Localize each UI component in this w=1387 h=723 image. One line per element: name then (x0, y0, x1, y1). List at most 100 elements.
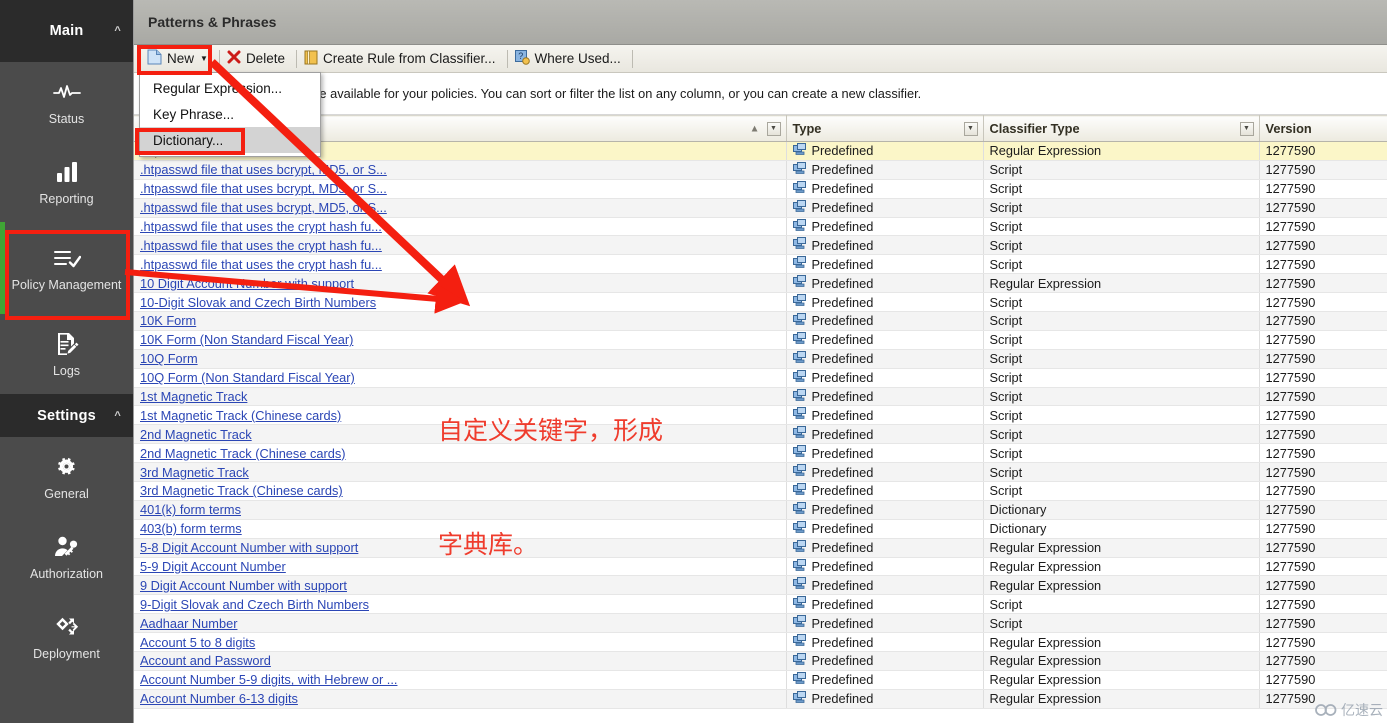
classifier-name-link[interactable]: Account Number 6-13 digits (140, 691, 298, 706)
table-row[interactable]: 9-Digit Slovak and Czech Birth NumbersPr… (134, 595, 1387, 614)
cell-classifier-name[interactable]: 3rd Magnetic Track (134, 463, 786, 482)
table-row[interactable]: 10Q FormPredefinedScript1277590 (134, 349, 1387, 368)
classifier-name-link[interactable]: 10-Digit Slovak and Czech Birth Numbers (140, 295, 376, 310)
table-row[interactable]: 3rd Magnetic TrackPredefinedScript127759… (134, 463, 1387, 482)
cell-classifier-name[interactable]: 10K Form (Non Standard Fiscal Year) (134, 330, 786, 349)
classifier-name-link[interactable]: 10 Digit Account Number with support (140, 276, 354, 291)
cell-classifier-name[interactable]: 9-Digit Slovak and Czech Birth Numbers (134, 595, 786, 614)
classifier-name-link[interactable]: 3rd Magnetic Track (140, 465, 249, 480)
cell-classifier-name[interactable]: 403(b) form terms (134, 519, 786, 538)
sidebar-item-logs[interactable]: Logs (0, 314, 133, 394)
table-row[interactable]: Aadhaar NumberPredefinedScript1277590 (134, 614, 1387, 633)
cell-classifier-name[interactable]: 10Q Form (Non Standard Fiscal Year) (134, 368, 786, 387)
cell-classifier-name[interactable]: Account and Password (134, 652, 786, 671)
column-header-type[interactable]: Type ▼ (786, 116, 983, 142)
sidebar-item-general[interactable]: General (0, 437, 133, 517)
cell-classifier-name[interactable]: .htpasswd file that uses bcrypt, MD5, or… (134, 179, 786, 198)
table-row[interactable]: 10K Form (Non Standard Fiscal Year)Prede… (134, 330, 1387, 349)
sidebar-section-main[interactable]: Main ^ (0, 0, 133, 62)
table-row[interactable]: 9 Digit Account Number with supportPrede… (134, 576, 1387, 595)
classifier-name-link[interactable]: 10Q Form (Non Standard Fiscal Year) (140, 370, 355, 385)
column-header-classifier-type[interactable]: Classifier Type ▼ (983, 116, 1259, 142)
classifier-name-link[interactable]: 5-9 Digit Account Number (140, 559, 286, 574)
table-row[interactable]: 5-9 Digit Account NumberPredefinedRegula… (134, 557, 1387, 576)
table-row[interactable]: .htpasswd file that uses bcrypt, MD5, or… (134, 179, 1387, 198)
classifier-name-link[interactable]: Aadhaar Number (140, 616, 237, 631)
classifier-name-link[interactable]: 5-8 Digit Account Number with support (140, 540, 358, 555)
table-row[interactable]: 401(k) form termsPredefinedDictionary127… (134, 500, 1387, 519)
classifier-name-link[interactable]: 2nd Magnetic Track (140, 427, 252, 442)
classifier-name-link[interactable]: .htpasswd file that uses bcrypt, MD5, or… (140, 200, 387, 215)
table-row[interactable]: .htpasswd file that uses the crypt hash … (134, 217, 1387, 236)
cell-classifier-name[interactable]: 2nd Magnetic Track (134, 425, 786, 444)
classifier-name-link[interactable]: .htpasswd file that uses bcrypt, MD5, or… (140, 162, 387, 177)
classifier-name-link[interactable]: 401(k) form terms (140, 502, 241, 517)
filter-type-button[interactable]: ▼ (964, 122, 978, 136)
table-row[interactable]: .htpasswd file that uses the crypt hash … (134, 255, 1387, 274)
classifier-name-link[interactable]: .htpasswd file that uses the crypt hash … (140, 257, 382, 272)
table-row[interactable]: 2nd Magnetic TrackPredefinedScript127759… (134, 425, 1387, 444)
cell-classifier-name[interactable]: Account 5 to 8 digits (134, 633, 786, 652)
cell-classifier-name[interactable]: 1st Magnetic Track (134, 387, 786, 406)
classifier-name-link[interactable]: Account and Password (140, 653, 271, 668)
table-row[interactable]: 10 Digit Account Number with supportPred… (134, 274, 1387, 293)
cell-classifier-name[interactable]: 5-9 Digit Account Number (134, 557, 786, 576)
new-button[interactable]: New ▼ (144, 48, 215, 69)
table-row[interactable]: 403(b) form termsPredefinedDictionary127… (134, 519, 1387, 538)
cell-classifier-name[interactable]: Account Number 5-9 digits, with Hebrew o… (134, 670, 786, 689)
create-rule-from-classifier-button[interactable]: Create Rule from Classifier... (301, 49, 503, 69)
sidebar-item-authorization[interactable]: Authorization (0, 517, 133, 597)
table-row[interactable]: Account Number 6-13 digitsPredefinedRegu… (134, 689, 1387, 708)
cell-classifier-name[interactable]: .htpasswd file that uses bcrypt, MD5, or… (134, 198, 786, 217)
cell-classifier-name[interactable]: .htpasswd file that uses the crypt hash … (134, 236, 786, 255)
sidebar-section-settings[interactable]: Settings ^ (0, 394, 133, 437)
cell-classifier-name[interactable]: 10K Form (134, 312, 786, 331)
table-row[interactable]: .htpasswd file that uses bcrypt, MD5, or… (134, 160, 1387, 179)
classifier-name-link[interactable]: 403(b) form terms (140, 521, 242, 536)
classifier-name-link[interactable]: 9 Digit Account Number with support (140, 578, 347, 593)
cell-classifier-name[interactable]: 10 Digit Account Number with support (134, 274, 786, 293)
classifier-name-link[interactable]: .htpasswd file that uses the crypt hash … (140, 219, 382, 234)
table-row[interactable]: 10K FormPredefinedScript1277590 (134, 312, 1387, 331)
cell-classifier-name[interactable]: 2nd Magnetic Track (Chinese cards) (134, 444, 786, 463)
cell-classifier-name[interactable]: 1st Magnetic Track (Chinese cards) (134, 406, 786, 425)
table-row[interactable]: 1st Magnetic Track (Chinese cards)Predef… (134, 406, 1387, 425)
cell-classifier-name[interactable]: 9 Digit Account Number with support (134, 576, 786, 595)
table-row[interactable]: .htpasswd File NamePredefinedRegular Exp… (134, 142, 1387, 161)
table-row[interactable]: .htpasswd file that uses the crypt hash … (134, 236, 1387, 255)
cell-classifier-name[interactable]: 3rd Magnetic Track (Chinese cards) (134, 482, 786, 501)
cell-classifier-name[interactable]: Aadhaar Number (134, 614, 786, 633)
classifier-name-link[interactable]: 9-Digit Slovak and Czech Birth Numbers (140, 597, 369, 612)
sidebar-item-reporting[interactable]: Reporting (0, 142, 133, 222)
classifier-name-link[interactable]: 1st Magnetic Track (Chinese cards) (140, 408, 341, 423)
cell-classifier-name[interactable]: 10Q Form (134, 349, 786, 368)
table-row[interactable]: 10-Digit Slovak and Czech Birth NumbersP… (134, 293, 1387, 312)
menu-item-key-phrase[interactable]: Key Phrase... (140, 101, 320, 127)
table-row[interactable]: Account 5 to 8 digitsPredefinedRegular E… (134, 633, 1387, 652)
cell-classifier-name[interactable]: .htpasswd file that uses the crypt hash … (134, 255, 786, 274)
table-row[interactable]: .htpasswd file that uses bcrypt, MD5, or… (134, 198, 1387, 217)
classifier-name-link[interactable]: Account 5 to 8 digits (140, 635, 255, 650)
sidebar-item-policy-management[interactable]: Policy Management (0, 222, 133, 314)
table-row[interactable]: 1st Magnetic TrackPredefinedScript127759… (134, 387, 1387, 406)
classifier-name-link[interactable]: Account Number 5-9 digits, with Hebrew o… (140, 672, 397, 687)
table-row[interactable]: Account and PasswordPredefinedRegular Ex… (134, 652, 1387, 671)
classifier-name-link[interactable]: 1st Magnetic Track (140, 389, 247, 404)
menu-item-dictionary[interactable]: Dictionary... (140, 127, 320, 153)
sidebar-item-deployment[interactable]: Deployment (0, 597, 133, 677)
filter-name-button[interactable]: ▼ (767, 122, 781, 136)
classifier-name-link[interactable]: .htpasswd file that uses bcrypt, MD5, or… (140, 181, 387, 196)
classifier-name-link[interactable]: 2nd Magnetic Track (Chinese cards) (140, 446, 346, 461)
menu-item-regular-expression[interactable]: Regular Expression... (140, 75, 320, 101)
table-row[interactable]: Account Number 5-9 digits, with Hebrew o… (134, 670, 1387, 689)
where-used-button[interactable]: ? Where Used... (512, 49, 628, 69)
table-row[interactable]: 10Q Form (Non Standard Fiscal Year)Prede… (134, 368, 1387, 387)
classifier-name-link[interactable]: 3rd Magnetic Track (Chinese cards) (140, 483, 343, 498)
classifier-name-link[interactable]: .htpasswd file that uses the crypt hash … (140, 238, 382, 253)
cell-classifier-name[interactable]: .htpasswd file that uses bcrypt, MD5, or… (134, 160, 786, 179)
sidebar-item-status[interactable]: Status (0, 62, 133, 142)
classifier-name-link[interactable]: 10Q Form (140, 351, 198, 366)
column-header-version[interactable]: Version (1259, 116, 1387, 142)
table-row[interactable]: 5-8 Digit Account Number with supportPre… (134, 538, 1387, 557)
classifier-name-link[interactable]: 10K Form (140, 313, 196, 328)
